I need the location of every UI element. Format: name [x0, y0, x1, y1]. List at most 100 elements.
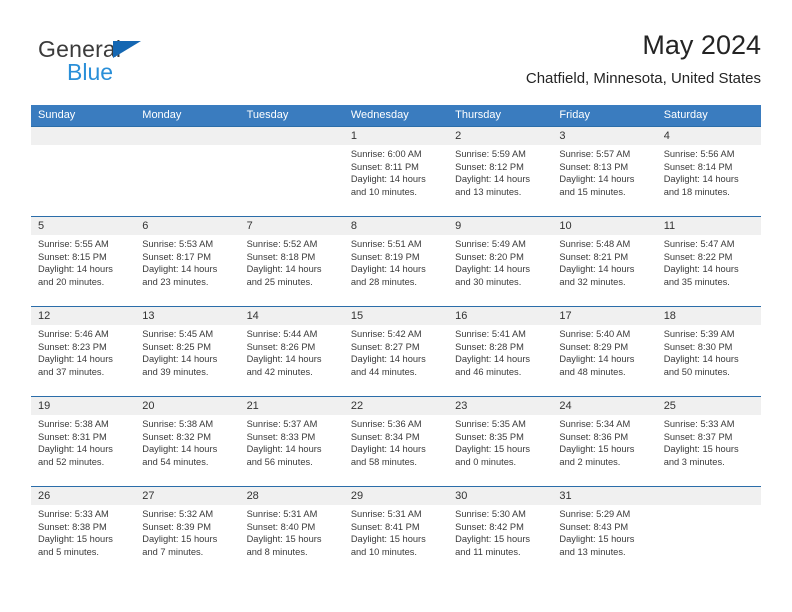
- daylight-line-1: Daylight: 14 hours: [350, 354, 426, 365]
- daylight-line-1: Daylight: 14 hours: [350, 264, 426, 275]
- day-sun-info: Sunrise: 5:51 AM Sunset: 8:19 PM Daylight:…: [344, 235, 448, 288]
- calendar-day-cell[interactable]: 23 Sunrise: 5:35 AM Sunset: 8:35 PM Dayligh…: [448, 397, 553, 486]
- sunset-line: Sunset: 8:11 PM: [350, 161, 419, 172]
- daylight-line-1: Daylight: 14 hours: [455, 354, 531, 365]
- day-number-band: 17: [552, 307, 657, 325]
- calendar-day-cell[interactable]: 5 Sunrise: 5:55 AM Sunset: 8:15 PM Daylight…: [31, 217, 136, 306]
- sunset-line: Sunset: 8:18 PM: [246, 251, 316, 262]
- page-header: General Blue May 2024 Chatfield, Minneso…: [31, 28, 761, 100]
- sunset-line: Sunset: 8:17 PM: [142, 251, 212, 262]
- sunrise-line: Sunrise: 5:38 AM: [142, 419, 214, 429]
- calendar-day-cell[interactable]: 30 Sunrise: 5:30 AM Sunset: 8:42 PM Dayligh…: [448, 487, 553, 575]
- sunset-line: Sunset: 8:14 PM: [663, 161, 733, 172]
- sunset-line: Sunset: 8:38 PM: [38, 521, 107, 532]
- day-sun-info: Sunrise: 5:46 AM Sunset: 8:23 PM Daylight:…: [31, 325, 135, 378]
- daylight-line-1: Daylight: 14 hours: [142, 354, 218, 365]
- calendar-day-cell[interactable]: 31 Sunrise: 5:29 AM Sunset: 8:43 PM Dayligh…: [552, 487, 657, 575]
- day-number-band: 22: [343, 397, 449, 415]
- day-number: 29: [350, 490, 364, 502]
- day-number-band: 8: [343, 217, 449, 235]
- calendar-day-cell[interactable]: 1 Sunrise: 6:00 AM Sunset: 8:11 PM Daylight…: [343, 127, 449, 216]
- day-number: 5: [38, 220, 45, 232]
- weekday-header-monday: Monday: [142, 109, 182, 121]
- sunrise-line: Sunrise: 5:36 AM: [350, 419, 422, 429]
- sunrise-line: Sunrise: 5:33 AM: [663, 419, 735, 429]
- calendar-day-cell[interactable]: 20 Sunrise: 5:38 AM Sunset: 8:32 PM Dayligh…: [135, 397, 240, 486]
- calendar-day-cell[interactable]: 6 Sunrise: 5:53 AM Sunset: 8:17 PM Daylight…: [135, 217, 240, 306]
- calendar-day-cell[interactable]: 11 Sunrise: 5:47 AM Sunset: 8:22 PM Dayligh…: [656, 217, 761, 306]
- calendar-day-cell[interactable]: 28 Sunrise: 5:31 AM Sunset: 8:40 PM Dayligh…: [239, 487, 344, 575]
- day-number: 24: [559, 400, 572, 412]
- daylight-line-2: and 44 minutes.: [350, 366, 417, 377]
- calendar-day-cell[interactable]: 10 Sunrise: 5:48 AM Sunset: 8:21 PM Dayligh…: [552, 217, 657, 306]
- calendar-day-cell[interactable]: 8 Sunrise: 5:51 AM Sunset: 8:19 PM Daylight…: [343, 217, 449, 306]
- day-number: 30: [455, 490, 468, 502]
- sunrise-line: Sunrise: 5:41 AM: [455, 329, 526, 339]
- day-number: 8: [350, 220, 357, 232]
- day-sun-info: Sunrise: 5:38 AM Sunset: 8:31 PM Daylight:…: [31, 415, 135, 468]
- daylight-line-1: Daylight: 15 hours: [350, 534, 426, 545]
- calendar-day-cell[interactable]: 27 Sunrise: 5:32 AM Sunset: 8:39 PM Dayligh…: [135, 487, 240, 575]
- logo-top-row: General: [38, 36, 141, 62]
- calendar-day-cell[interactable]: 13 Sunrise: 5:45 AM Sunset: 8:25 PM Dayligh…: [135, 307, 240, 396]
- day-number: 25: [663, 400, 676, 412]
- day-number-band: 20: [135, 397, 240, 415]
- calendar-day-cell[interactable]: 24 Sunrise: 5:34 AM Sunset: 8:36 PM Dayligh…: [552, 397, 657, 486]
- calendar-day-cell[interactable]: 21 Sunrise: 5:37 AM Sunset: 8:33 PM Dayligh…: [239, 397, 344, 486]
- calendar-day-cell[interactable]: 4 Sunrise: 5:56 AM Sunset: 8:14 PM Daylight…: [656, 127, 761, 216]
- day-sun-info: [135, 145, 239, 148]
- daylight-line-2: and 32 minutes.: [559, 276, 626, 287]
- calendar-day-cell[interactable]: 25 Sunrise: 5:33 AM Sunset: 8:37 PM Dayligh…: [656, 397, 761, 486]
- daylight-line-1: Daylight: 15 hours: [455, 534, 531, 545]
- calendar-day-cell[interactable]: 12 Sunrise: 5:46 AM Sunset: 8:23 PM Dayligh…: [31, 307, 136, 396]
- day-number-band: 11: [656, 217, 761, 235]
- day-sun-info: Sunrise: 5:31 AM Sunset: 8:41 PM Daylight:…: [344, 505, 448, 558]
- daylight-line-2: and 2 minutes.: [559, 456, 621, 467]
- day-number-band: 28: [239, 487, 344, 505]
- sunset-line: Sunset: 8:30 PM: [663, 341, 733, 352]
- daylight-line-2: and 37 minutes.: [38, 366, 105, 377]
- calendar-day-cell[interactable]: 19 Sunrise: 5:38 AM Sunset: 8:31 PM Dayligh…: [31, 397, 136, 486]
- calendar-day-cell[interactable]: 3 Sunrise: 5:57 AM Sunset: 8:13 PM Daylight…: [552, 127, 657, 216]
- calendar-day-cell[interactable]: 29 Sunrise: 5:31 AM Sunset: 8:41 PM Dayligh…: [343, 487, 449, 575]
- calendar-day-cell[interactable]: 7 Sunrise: 5:52 AM Sunset: 8:18 PM Daylight…: [239, 217, 344, 306]
- daylight-line-2: and 15 minutes.: [559, 186, 626, 197]
- day-sun-info: Sunrise: 5:38 AM Sunset: 8:32 PM Daylight:…: [135, 415, 239, 468]
- weekday-header-row: Sunday Monday Tuesday Wednesday Thursday Frid…: [31, 105, 761, 126]
- daylight-line-2: and 58 minutes.: [350, 456, 417, 467]
- sunset-line: Sunset: 8:15 PM: [38, 251, 107, 262]
- day-sun-info: Sunrise: 5:29 AM Sunset: 8:43 PM Daylight:…: [552, 505, 656, 558]
- weekday-header-thursday: Thursday: [455, 109, 501, 121]
- calendar-day-cell[interactable]: 26 Sunrise: 5:33 AM Sunset: 8:38 PM Dayligh…: [31, 487, 136, 575]
- daylight-line-2: and 18 minutes.: [663, 186, 730, 197]
- calendar-day-cell[interactable]: 18 Sunrise: 5:39 AM Sunset: 8:30 PM Dayligh…: [656, 307, 761, 396]
- calendar-day-cell[interactable]: 15 Sunrise: 5:42 AM Sunset: 8:27 PM Dayligh…: [343, 307, 449, 396]
- calendar-day-cell[interactable]: 9 Sunrise: 5:49 AM Sunset: 8:20 PM Daylight…: [448, 217, 553, 306]
- page-title: May 2024: [642, 30, 761, 60]
- calendar-day-cell[interactable]: 14 Sunrise: 5:44 AM Sunset: 8:26 PM Dayligh…: [239, 307, 344, 396]
- day-number-band: 27: [135, 487, 240, 505]
- daylight-line-2: and 52 minutes.: [38, 456, 105, 467]
- day-number: 31: [559, 490, 572, 502]
- sunset-line: Sunset: 8:23 PM: [38, 341, 107, 352]
- sunrise-line: Sunrise: 5:49 AM: [455, 239, 526, 249]
- calendar-day-cell[interactable]: 2 Sunrise: 5:59 AM Sunset: 8:12 PM Daylight…: [448, 127, 553, 216]
- sunrise-line: Sunrise: 5:35 AM: [455, 419, 526, 429]
- day-number: 9: [455, 220, 462, 232]
- calendar-day-cell[interactable]: 22 Sunrise: 5:36 AM Sunset: 8:34 PM Dayligh…: [343, 397, 449, 486]
- day-number-band: 29: [343, 487, 449, 505]
- day-sun-info: [31, 145, 135, 148]
- day-number-band: 1: [343, 127, 449, 145]
- calendar-day-cell[interactable]: 17 Sunrise: 5:40 AM Sunset: 8:29 PM Dayligh…: [552, 307, 657, 396]
- day-sun-info: Sunrise: 5:56 AM Sunset: 8:14 PM Daylight:…: [657, 145, 761, 198]
- daylight-line-2: and 28 minutes.: [350, 276, 417, 287]
- calendar-day-cell[interactable]: 16 Sunrise: 5:41 AM Sunset: 8:28 PM Dayligh…: [448, 307, 553, 396]
- day-number-band: 4: [656, 127, 761, 145]
- sunrise-line: Sunrise: 5:57 AM: [559, 149, 631, 159]
- sunset-line: Sunset: 8:39 PM: [142, 521, 212, 532]
- daylight-line-2: and 48 minutes.: [559, 366, 626, 377]
- daylight-line-1: Daylight: 14 hours: [663, 264, 739, 275]
- sunset-line: Sunset: 8:19 PM: [350, 251, 420, 262]
- sunset-line: Sunset: 8:37 PM: [663, 431, 733, 442]
- sunrise-line: Sunrise: 5:30 AM: [455, 509, 526, 519]
